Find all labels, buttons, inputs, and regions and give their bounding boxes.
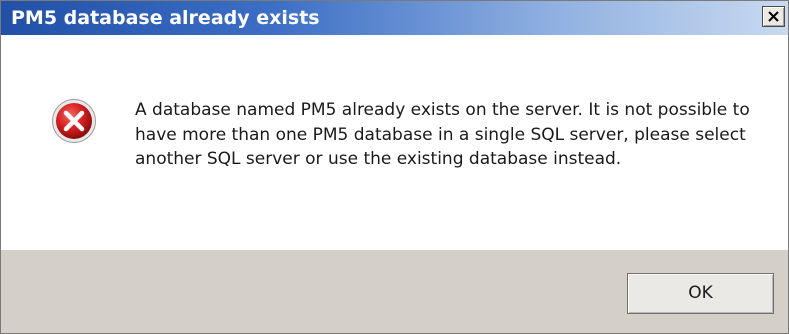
ok-button[interactable]: OK bbox=[627, 273, 774, 314]
error-dialog: PM5 database already exists A database n… bbox=[0, 0, 789, 334]
close-button[interactable] bbox=[762, 6, 785, 27]
dialog-content: A database named PM5 already exists on t… bbox=[1, 35, 788, 250]
error-icon bbox=[52, 99, 96, 143]
dialog-title: PM5 database already exists bbox=[11, 7, 320, 29]
close-icon bbox=[768, 11, 779, 22]
error-message: A database named PM5 already exists on t… bbox=[135, 100, 750, 169]
title-bar[interactable]: PM5 database already exists bbox=[1, 1, 788, 35]
